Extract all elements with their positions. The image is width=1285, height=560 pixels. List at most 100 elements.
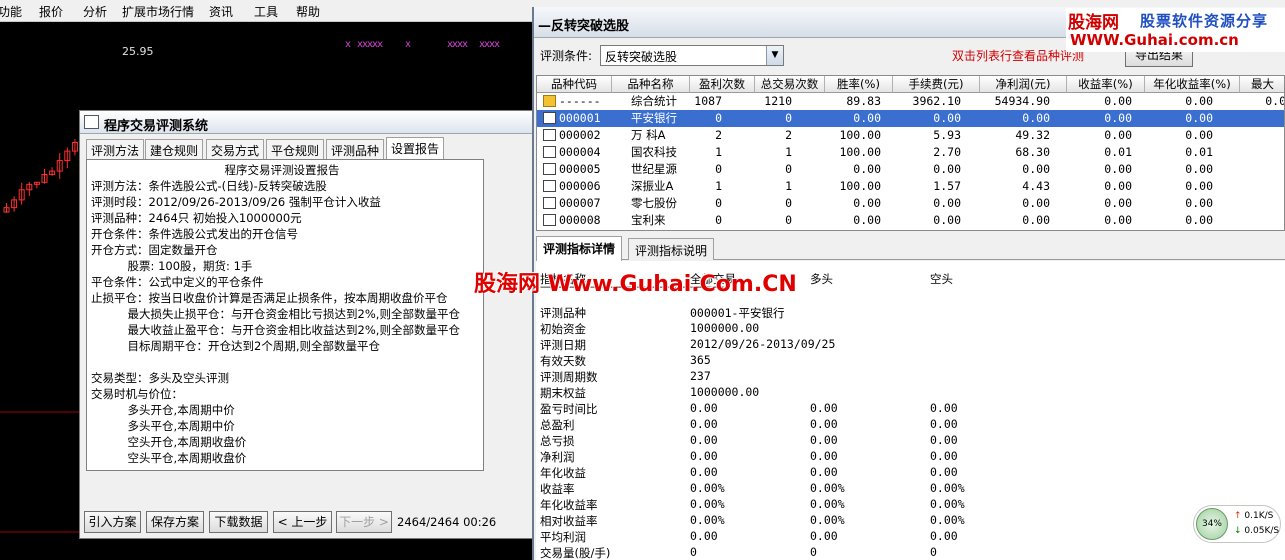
column-header[interactable]: 品种代码 [537, 76, 612, 93]
cell-total: 2 [785, 128, 792, 142]
cell-name: 宝利来 [631, 213, 666, 227]
table-row[interactable]: 000004 国农科技 1 1 100.00 2.70 68.30 0.01 0.01 [537, 144, 1284, 161]
cell-code: 000008 [559, 213, 601, 227]
table-row[interactable]: 000007 零七股份 0 0 0.00 0.00 0.00 0.00 0.00 [537, 195, 1284, 212]
metric-details-panel[interactable]: 指标名称 全部交易 多头 空头 ------------------------… [536, 261, 1285, 560]
column-header[interactable]: 净利润(元) [980, 76, 1067, 93]
cell-rate: 100.00 [839, 145, 881, 159]
table-row[interactable]: ------ 综合统计 1087 1210 89.83 3962.10 54934.90 0.… [537, 93, 1284, 110]
cell-name: 零七股份 [631, 196, 677, 210]
tab-eval-symbols[interactable]: 评测品种 [326, 139, 385, 159]
table-row[interactable]: 000002 万 科A 2 2 100.00 5.93 49.32 0.00 0.00 [537, 127, 1284, 144]
cell-profit: 0.00 [1022, 196, 1050, 210]
tab-settings-report[interactable]: 设置报告 [386, 137, 445, 159]
results-table[interactable]: 品种代码 品种名称 盈利次数 总交易次数 胜率(%) 手续费(元) 净利润(元) 收益率(%)… [536, 75, 1285, 231]
settings-report[interactable]: 程序交易评测设置报告 评测方法：条件选股公式-(日线)-反转突破选股 评测时段：… [86, 159, 484, 471]
tab-open-rules[interactable]: 建仓规则 [145, 139, 204, 159]
menu-ext-market[interactable]: 扩展市场行情 [122, 3, 194, 20]
column-header[interactable]: 胜率(%) [825, 76, 893, 93]
report-line: 多头开仓,本周期中价 [91, 403, 235, 417]
cell-profit: 54934.90 [994, 94, 1050, 108]
cell-code: 000001 [559, 111, 601, 125]
column-header[interactable]: 收益率(%) [1067, 76, 1145, 93]
metric-long: 0.00 [810, 465, 838, 479]
cell-win: 1 [715, 179, 722, 193]
menu-function[interactable]: 功能 [0, 3, 22, 20]
cell-ret: 0.00 [1104, 128, 1132, 142]
column-header[interactable]: 盈利次数 [690, 76, 755, 93]
metric-all: 0.00% [690, 497, 725, 511]
report-line: 评测方法：条件选股公式-(日线)-反转突破选股 [91, 179, 327, 193]
column-header[interactable]: 手续费(元) [893, 76, 980, 93]
cell-annual: 0.00 [1185, 94, 1213, 108]
cell-total: 1 [785, 179, 792, 193]
watermark-center: 股海网 Www.Guhai.Com.CN [474, 272, 797, 297]
column-header[interactable]: 总交易次数 [755, 76, 825, 93]
cell-ret: 0.00 [1104, 111, 1132, 125]
next-step-button[interactable]: 下一步 > [336, 511, 392, 533]
metric-label: 平均利润 [540, 530, 586, 544]
cell-name: 万 科A [631, 128, 666, 142]
dialog-titlebar[interactable]: 程序交易评测系统 [80, 111, 533, 134]
tab-metric-details[interactable]: 评测指标详情 [536, 236, 623, 261]
cpu-gauge: 34% [1196, 508, 1228, 540]
metric-long: 0.00 [810, 401, 838, 415]
tab-metric-explanation[interactable]: 评测指标说明 [628, 238, 715, 260]
cell-total: 1 [785, 145, 792, 159]
import-scheme-button[interactable]: 引入方案 [84, 511, 141, 533]
detail-label: 初始资金 [540, 322, 586, 336]
screener-title: —反转突破选股 [538, 19, 630, 34]
table-row[interactable]: 000005 世纪星源 0 0 0.00 0.00 0.00 0.00 0.00 [537, 161, 1284, 178]
menu-quote[interactable]: 报价 [39, 3, 63, 20]
cell-annual: 0.00 [1185, 128, 1213, 142]
cell-annual: 0.00 [1185, 196, 1213, 210]
tab-trade-mode[interactable]: 交易方式 [206, 139, 265, 159]
metric-label: 收益率 [540, 482, 575, 496]
arrow-up-icon: ↑ [1234, 511, 1245, 521]
table-row[interactable]: 000008 宝利来 0 0 0.00 0.00 0.00 0.00 0.00 [537, 212, 1284, 229]
condition-select[interactable]: 反转突破选股 ▼ [600, 45, 784, 66]
detail-header-short: 空头 [930, 272, 953, 286]
menu-help[interactable]: 帮助 [296, 3, 320, 20]
detail-tabs: 评测指标详情 评测指标说明 [536, 236, 1285, 261]
network-speed-widget[interactable]: 34% ↑ 0.1K/S ↓ 0.05K/S [1193, 505, 1281, 543]
column-header[interactable]: 年化收益率(%) [1145, 76, 1240, 93]
report-line: 最大收益止盈平仓：与开仓资金相比收益达到2%,则全部数量平仓 [91, 323, 460, 337]
chevron-down-icon[interactable]: ▼ [766, 46, 783, 65]
cell-annual: 0.00 [1185, 111, 1213, 125]
download-speed-value: 0.05K/S [1244, 526, 1280, 536]
cell-win: 0 [715, 196, 722, 210]
cell-code: ------ [559, 94, 601, 108]
cell-profit: 0.00 [1022, 111, 1050, 125]
double-click-hint: 双击列表行查看品种评测 [952, 49, 1085, 63]
cell-ret: 0.00 [1104, 162, 1132, 176]
metric-all: 0.00 [690, 401, 718, 415]
detail-label: 评测周期数 [540, 370, 598, 384]
detail-label: 有效天数 [540, 354, 586, 368]
save-scheme-button[interactable]: 保存方案 [146, 511, 204, 533]
cell-rate: 0.00 [853, 111, 881, 125]
menu-info[interactable]: 资讯 [209, 3, 233, 20]
menu-tools[interactable]: 工具 [254, 3, 278, 20]
prev-step-button[interactable]: < 上一步 [273, 511, 332, 533]
metric-short: 0.00 [930, 433, 958, 447]
metric-short: 0.00% [930, 513, 965, 527]
cell-profit: 68.30 [1015, 145, 1050, 159]
table-row[interactable]: 000006 深振业A 1 1 100.00 1.57 4.43 0.00 0.00 [537, 178, 1284, 195]
cell-total: 0 [785, 196, 792, 210]
cell-total: 0 [785, 213, 792, 227]
column-header[interactable]: 最大 [1240, 76, 1284, 93]
document-icon [543, 180, 556, 192]
column-header[interactable]: 品种名称 [612, 76, 690, 93]
cell-annual: 0.00 [1185, 213, 1213, 227]
cell-rate: 89.83 [846, 94, 881, 108]
download-data-button[interactable]: 下载数据 [209, 511, 268, 533]
tab-eval-method[interactable]: 评测方法 [86, 139, 145, 159]
cell-fee: 0.00 [933, 196, 961, 210]
tab-close-rules[interactable]: 平仓规则 [266, 139, 325, 159]
table-row[interactable]: 000001 平安银行 0 0 0.00 0.00 0.00 0.00 0.00 [537, 110, 1284, 127]
menu-analysis[interactable]: 分析 [83, 3, 107, 20]
cell-win: 1087 [694, 94, 722, 108]
metric-all: 0.00 [690, 449, 718, 463]
watermark-url: WWW.Guhai.com.cn [1070, 31, 1239, 49]
